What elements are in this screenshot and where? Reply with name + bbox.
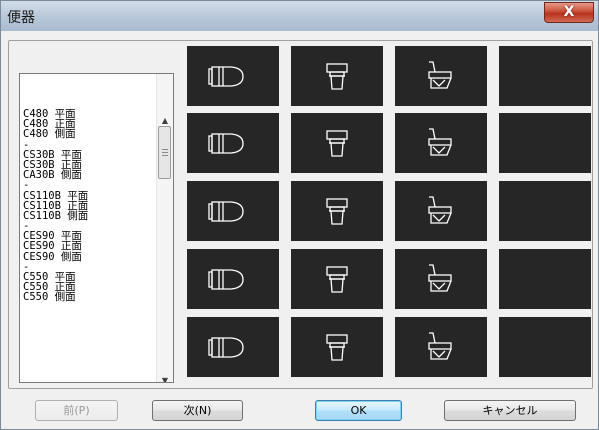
toilet-front-icon	[326, 198, 348, 225]
thumbnail-tile[interactable]	[499, 113, 591, 173]
thumbnail-tile[interactable]	[187, 46, 279, 106]
toilet-front-icon	[326, 63, 348, 90]
list-items: C480 平面 C480 正面 C480 側面 - CS30B 平面 CS30B 正面 CA…	[23, 109, 151, 303]
window-title: 便器	[7, 10, 35, 26]
thumbnail-tile[interactable]	[499, 317, 591, 377]
title-bar[interactable]: 便器 X	[1, 1, 598, 31]
fixture-listbox[interactable]: C480 平面 C480 正面 C480 側面 - CS30B 平面 CS30B 正面 CA…	[19, 73, 174, 383]
thumbnail-tile[interactable]	[291, 46, 383, 106]
dialog-window: 便器 X C480 平面 C480 正面 C480 側面 - CS30B 平面 CS30B…	[0, 0, 599, 430]
toilet-side-icon	[428, 332, 452, 360]
toilet-side-icon	[428, 61, 452, 89]
cancel-button[interactable]: キャンセル	[444, 400, 576, 421]
thumbnail-tile[interactable]	[395, 181, 487, 241]
thumbnail-tile[interactable]	[499, 181, 591, 241]
next-button[interactable]: 次(N)	[152, 400, 243, 421]
list-item[interactable]: C550 側面	[23, 292, 151, 303]
thumbnail-tile[interactable]	[187, 113, 279, 173]
list-item[interactable]: CA30B 側面	[23, 170, 151, 181]
scroll-down-arrow-icon[interactable]: ▼	[157, 372, 173, 382]
toilet-plan-icon	[208, 269, 244, 290]
list-scrollbar[interactable]: ▲ ▼	[156, 74, 173, 382]
thumbnail-tile[interactable]	[187, 181, 279, 241]
dialog-client: C480 平面 C480 正面 C480 側面 - CS30B 平面 CS30B 正面 CA…	[1, 31, 598, 429]
thumbnail-tile[interactable]	[395, 46, 487, 106]
close-button[interactable]: X	[544, 2, 594, 23]
toilet-front-icon	[326, 130, 348, 157]
thumbnail-tile[interactable]	[395, 113, 487, 173]
thumbnail-tile[interactable]	[291, 317, 383, 377]
grip-line	[162, 149, 168, 150]
thumbnail-tile[interactable]	[291, 181, 383, 241]
thumbnail-tile[interactable]	[187, 317, 279, 377]
toilet-side-icon	[428, 196, 452, 224]
prev-button[interactable]: 前(P)	[35, 400, 118, 421]
list-item[interactable]: CES90 側面	[23, 251, 151, 262]
close-icon: X	[563, 4, 575, 20]
thumbnail-tile[interactable]	[291, 249, 383, 309]
thumbnail-tile[interactable]	[499, 46, 591, 106]
toilet-front-icon	[326, 266, 348, 293]
list-item[interactable]: CS110B 側面	[23, 211, 151, 222]
toilet-front-icon	[326, 334, 348, 361]
thumbnail-tile[interactable]	[187, 249, 279, 309]
list-item[interactable]: C480 側面	[23, 129, 151, 140]
thumbnail-tile[interactable]	[499, 249, 591, 309]
grip-line	[162, 155, 168, 156]
toilet-plan-icon	[208, 66, 244, 87]
toilet-plan-icon	[208, 337, 244, 358]
toilet-plan-icon	[208, 201, 244, 222]
ok-button[interactable]: OK	[315, 400, 402, 421]
toilet-side-icon	[428, 264, 452, 292]
list-item[interactable]: -	[23, 180, 151, 191]
grip-line	[162, 152, 168, 153]
scroll-thumb[interactable]	[158, 126, 171, 179]
thumbnail-tile[interactable]	[291, 113, 383, 173]
thumbnail-tile[interactable]	[395, 317, 487, 377]
toilet-side-icon	[428, 128, 452, 156]
toilet-plan-icon	[208, 133, 244, 154]
thumbnail-tile[interactable]	[395, 249, 487, 309]
